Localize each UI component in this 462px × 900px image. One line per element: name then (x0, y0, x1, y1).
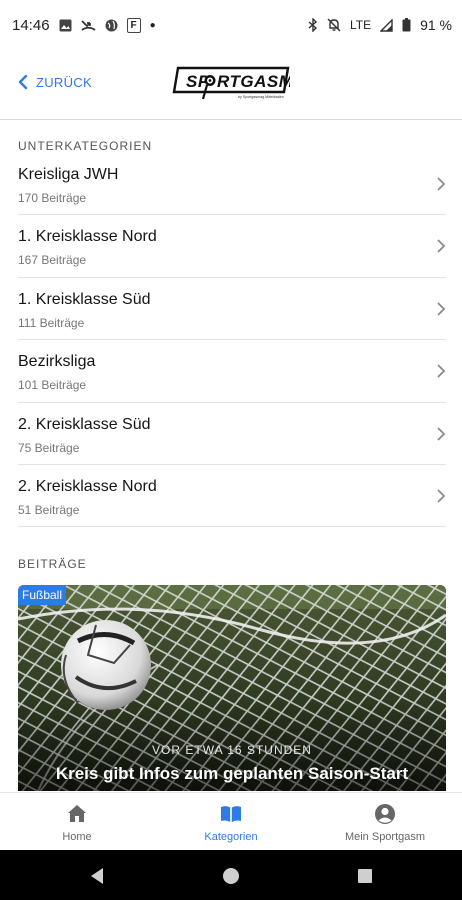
chevron-right-icon (437, 177, 446, 191)
post-card[interactable]: Fußball VOR ETWA 16 STUNDEN Kreis gibt I… (18, 585, 446, 791)
subcategory-title: 2. Kreisklasse Nord (18, 477, 157, 495)
bottom-tab-bar: Home Kategorien Mein Sportgasm (0, 792, 462, 850)
battery-icon (402, 18, 411, 32)
subcategory-count: 51 Beiträge (18, 502, 80, 517)
post-title: Kreis gibt Infos zum geplanten Saison-St… (55, 764, 409, 783)
chevron-right-icon (437, 239, 446, 254)
status-bar: 14:46 F ● LTE 91 % (0, 0, 462, 50)
account-circle-icon (375, 804, 395, 824)
svg-text:RTGASM: RTGASM (217, 72, 290, 91)
home-icon (68, 805, 86, 822)
subcategory-item-1-kreisklasse-nord[interactable]: 1. Kreisklasse Nord 167 Beiträge (18, 215, 446, 278)
subcategory-item-2-kreisklasse-sued[interactable]: 2. Kreisklasse Süd 75 Beiträge (18, 403, 446, 465)
book-open-icon (221, 806, 241, 822)
network-type: LTE (349, 18, 372, 32)
app-header: ZURÜCK SP RTGASM by Sportgasmag Mittelba… (0, 50, 462, 120)
subcategory-list: Kreisliga JWH 170 Beiträge 1. Kreisklass… (0, 153, 462, 528)
chevron-right-icon (437, 302, 446, 316)
post-category-badge[interactable]: Fußball (18, 585, 67, 605)
subcategory-title: Bezirksliga (18, 353, 96, 371)
tab-label: Kategorien (204, 831, 258, 843)
subcategory-item-2-kreisklasse-nord[interactable]: 2. Kreisklasse Nord 51 Beiträge (18, 465, 446, 528)
post-image (18, 585, 446, 791)
subcategory-count: 75 Beiträge (18, 440, 80, 455)
sportgasm-logo: SP RTGASM by Sportgasmag Mittelbaden (172, 66, 290, 100)
home-circle-icon[interactable] (220, 865, 242, 887)
post-timestamp: VOR ETWA 16 STUNDEN (152, 743, 312, 757)
subcategory-count: 111 Beiträge (18, 315, 85, 330)
tab-home[interactable]: Home (0, 793, 154, 850)
subcategories-heading: UNTERKATEGORIEN (18, 139, 153, 153)
back-label: ZURÜCK (36, 74, 92, 90)
globe-notification-icon (105, 19, 118, 32)
recents-square-icon[interactable] (354, 865, 376, 887)
f-notification-icon: F (126, 17, 141, 33)
subcategory-item-bezirksliga[interactable]: Bezirksliga 101 Beiträge (18, 340, 446, 403)
back-button[interactable]: ZURÜCK (18, 74, 92, 90)
chevron-right-icon (437, 364, 446, 378)
battery-percent: 91 % (420, 17, 452, 33)
subcategory-title: 1. Kreisklasse Nord (18, 228, 157, 246)
back-triangle-icon[interactable] (86, 865, 108, 887)
chevron-right-icon (437, 489, 446, 503)
svg-text:by Sportgasmag Mittelbaden: by Sportgasmag Mittelbaden (238, 95, 284, 99)
subcategory-count: 101 Beiträge (18, 378, 87, 393)
subcategory-count: 167 Beiträge (18, 253, 87, 268)
subcategory-title: 2. Kreisklasse Süd (18, 415, 151, 433)
subcategory-count: 170 Beiträge (18, 191, 87, 205)
posts-heading: BEITRÄGE (18, 557, 87, 571)
missed-call-icon (80, 19, 96, 32)
status-bar-left: 14:46 F ● (12, 17, 156, 34)
subcategory-item-1-kreisklasse-sued[interactable]: 1. Kreisklasse Süd 111 Beiträge (18, 278, 446, 341)
signal-icon (380, 18, 393, 32)
tab-label: Home (62, 831, 92, 843)
gallery-notification-icon (59, 19, 72, 32)
subcategory-item-kreisliga-jwh[interactable]: Kreisliga JWH 170 Beiträge (18, 153, 446, 216)
more-notifications-icon: ● (149, 19, 156, 31)
tab-mein-sportgasm[interactable]: Mein Sportgasm (308, 793, 462, 850)
chevron-right-icon (437, 426, 446, 441)
subcategory-title: Kreisliga JWH (18, 166, 119, 183)
status-time: 14:46 (12, 16, 50, 34)
tab-label: Mein Sportgasm (344, 831, 426, 843)
chevron-left-icon (18, 74, 28, 90)
tab-kategorien[interactable]: Kategorien (154, 793, 308, 850)
mute-icon (327, 18, 341, 32)
bluetooth-icon (308, 18, 318, 32)
subcategory-title: 1. Kreisklasse Süd (18, 290, 151, 308)
system-navigation-bar (0, 850, 462, 900)
status-bar-right: LTE 91 % (308, 17, 452, 33)
